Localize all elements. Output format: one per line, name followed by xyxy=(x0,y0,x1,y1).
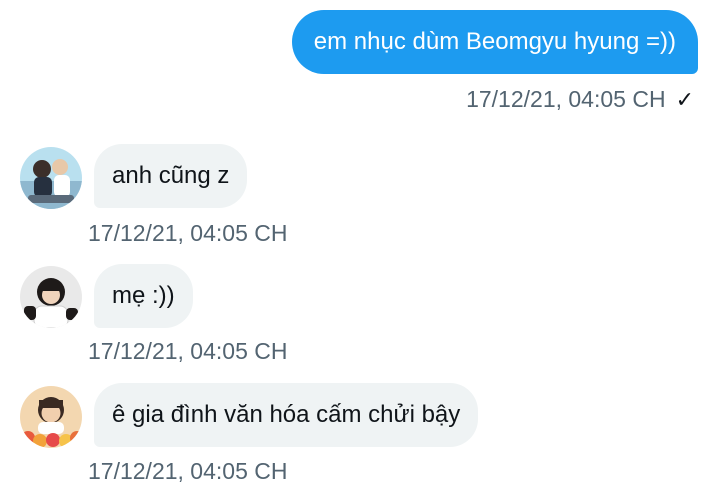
message-timestamp: 17/12/21, 04:05 CH xyxy=(88,338,288,364)
message-timestamp: 17/12/21, 04:05 CH xyxy=(88,220,288,246)
avatar-3-image xyxy=(20,386,82,448)
incoming-message-bubble[interactable]: mẹ :)) xyxy=(94,264,193,328)
message-timestamp: 17/12/21, 04:05 CH ✓ xyxy=(466,86,694,113)
incoming-message-bubble[interactable]: anh cũng z xyxy=(94,144,248,208)
avatar[interactable] xyxy=(20,266,82,328)
avatar-2-image xyxy=(20,266,82,328)
incoming-message-bubble[interactable]: ê gia đình văn hóa cấm chửi bậy xyxy=(94,383,479,447)
avatar-1-image xyxy=(20,147,82,209)
avatar[interactable] xyxy=(20,386,82,448)
avatar[interactable] xyxy=(20,147,82,209)
checkmark-icon: ✓ xyxy=(675,87,694,112)
conversation-view: em nhục dùm Beomgyu hyung =)) 17/12/21, … xyxy=(0,0,720,486)
timestamp-text: 17/12/21, 04:05 CH xyxy=(466,86,666,112)
message-timestamp: 17/12/21, 04:05 CH xyxy=(88,458,288,484)
outgoing-message-bubble[interactable]: em nhục dùm Beomgyu hyung =)) xyxy=(291,10,698,74)
